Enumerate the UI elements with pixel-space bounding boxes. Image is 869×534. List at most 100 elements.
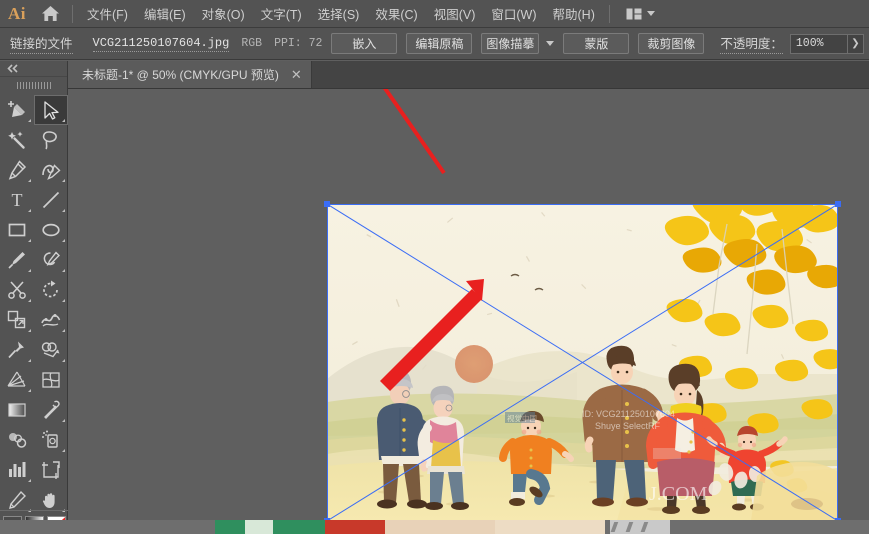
- menu-divider: [72, 4, 73, 23]
- tool-flyout-indicator: [62, 119, 65, 122]
- document-tab-title: 未标题-1* @ 50% (CMYK/GPU 预览): [82, 68, 279, 82]
- menu-file[interactable]: 文件(F): [79, 0, 136, 28]
- placed-image[interactable]: ID: VCG211250107604 Shuye SelectRF J.COM…: [327, 204, 838, 521]
- menu-window[interactable]: 窗口(W): [483, 0, 544, 28]
- image-trace-label: 图像描摹: [486, 37, 535, 51]
- close-icon[interactable]: ✕: [291, 68, 302, 81]
- opacity-label: 不透明度：: [720, 33, 783, 54]
- selection-add-tool[interactable]: [0, 95, 34, 125]
- column-graph-tool[interactable]: [0, 455, 34, 485]
- tool-flyout-indicator: [62, 209, 65, 212]
- tool-flyout-indicator: [28, 239, 31, 242]
- ellipse-tool[interactable]: [34, 215, 68, 245]
- scissors-tool[interactable]: [0, 275, 34, 305]
- crop-image-button[interactable]: 裁剪图像: [638, 33, 705, 54]
- mask-button[interactable]: 蒙版: [563, 33, 630, 54]
- tool-flyout-indicator: [28, 269, 31, 272]
- menu-object[interactable]: 对象(O): [194, 0, 253, 28]
- paintbrush-tool[interactable]: [0, 245, 34, 275]
- document-tab[interactable]: 未标题-1* @ 50% (CMYK/GPU 预览) ✕: [68, 61, 312, 88]
- menu-type[interactable]: 文字(T): [253, 0, 310, 28]
- tool-flyout-indicator: [28, 329, 31, 332]
- illustrator-window: Ai 文件(F) 编辑(E) 对象(O) 文字(T) 选择(S) 效果(C) 视…: [0, 0, 869, 534]
- tool-flyout-indicator: [62, 299, 65, 302]
- tool-flyout-indicator: [62, 179, 65, 182]
- watermark-site: J.COM: [649, 483, 708, 505]
- svg-text:T: T: [12, 190, 23, 210]
- magic-wand-tool[interactable]: [0, 125, 34, 155]
- type-tool[interactable]: T: [0, 185, 34, 215]
- tool-flyout-indicator: [62, 269, 65, 272]
- tool-flyout-indicator: [28, 209, 31, 212]
- collapse-panel-icon: [7, 64, 18, 73]
- menu-view[interactable]: 视图(V): [426, 0, 484, 28]
- ppi-label: PPI: 72: [274, 37, 323, 50]
- watermark-id: ID: VCG211250107604: [582, 409, 675, 419]
- color-mode-label: RGB: [241, 37, 263, 50]
- shaper-tool[interactable]: [34, 245, 68, 275]
- image-trace-button[interactable]: 图像描摹: [481, 33, 540, 54]
- tool-flyout-indicator: [62, 359, 65, 362]
- document-tab-bar: 未标题-1* @ 50% (CMYK/GPU 预览) ✕: [68, 61, 869, 89]
- menu-bar: Ai 文件(F) 编辑(E) 对象(O) 文字(T) 选择(S) 效果(C) 视…: [0, 0, 869, 28]
- tool-flyout-indicator: [28, 389, 31, 392]
- tool-flyout-indicator: [28, 479, 31, 482]
- menu-edit[interactable]: 编辑(E): [136, 0, 194, 28]
- opacity-input[interactable]: 100% ❯: [789, 33, 864, 54]
- symbol-sprayer-tool[interactable]: [34, 425, 68, 455]
- mesh-tool[interactable]: [34, 365, 68, 395]
- pen-tool[interactable]: [0, 155, 34, 185]
- tool-flyout-indicator: [62, 329, 65, 332]
- gradient-tool[interactable]: [0, 395, 34, 425]
- tools-collapse-button[interactable]: [0, 61, 67, 77]
- tool-flyout-indicator: [62, 449, 65, 452]
- arrange-documents-button[interactable]: [620, 0, 661, 28]
- linked-file-label: 链接的文件: [10, 33, 73, 54]
- tools-panel: T: [0, 61, 68, 534]
- menu-items: 文件(F) 编辑(E) 对象(O) 文字(T) 选择(S) 效果(C) 视图(V…: [79, 0, 603, 28]
- direct-selection-tool[interactable]: [34, 95, 68, 125]
- home-icon[interactable]: [34, 0, 66, 28]
- tool-flyout-indicator: [28, 359, 31, 362]
- image-trace-chevron-down-icon[interactable]: [546, 41, 555, 46]
- opacity-chevron-icon[interactable]: ❯: [846, 34, 863, 53]
- edit-original-button[interactable]: 编辑原稿: [406, 33, 473, 54]
- perspective-grid-tool[interactable]: [0, 365, 34, 395]
- blend-tool[interactable]: [0, 425, 34, 455]
- opacity-control: 不透明度： 100% ❯: [720, 33, 864, 54]
- tool-flyout-indicator: [28, 119, 31, 122]
- artboard-tool[interactable]: [34, 455, 68, 485]
- shape-builder-tool[interactable]: [34, 335, 68, 365]
- control-bar: 链接的文件 VCG211250107604.jpg RGB PPI: 72 嵌入…: [0, 28, 869, 60]
- tool-flyout-indicator: [62, 419, 65, 422]
- embed-button[interactable]: 嵌入: [331, 33, 398, 54]
- watermark-brand: Shuye SelectRF: [595, 421, 661, 431]
- rotate-tool[interactable]: [34, 275, 68, 305]
- tool-flyout-indicator: [28, 179, 31, 182]
- control-bar-right: [864, 34, 869, 54]
- tool-flyout-indicator: [28, 299, 31, 302]
- menu-divider-2: [608, 4, 610, 23]
- lasso-tool[interactable]: [34, 125, 68, 155]
- menu-effect[interactable]: 效果(C): [367, 0, 425, 28]
- tool-flyout-indicator: [62, 239, 65, 242]
- menu-select[interactable]: 选择(S): [310, 0, 368, 28]
- arrange-documents-icon: [626, 8, 642, 19]
- free-transform-tool[interactable]: [0, 335, 34, 365]
- linked-filename[interactable]: VCG211250107604.jpg: [92, 36, 230, 52]
- app-logo: Ai: [8, 3, 26, 23]
- svg-text:视觉中国: 视觉中国: [507, 413, 537, 423]
- taskbar-strip: [0, 520, 869, 534]
- scale-tool[interactable]: [0, 305, 34, 335]
- canvas-area[interactable]: ID: VCG211250107604 Shuye SelectRF J.COM…: [68, 89, 869, 534]
- chevron-down-icon: [646, 11, 655, 16]
- rectangle-tool[interactable]: [0, 215, 34, 245]
- width-warp-tool[interactable]: [34, 305, 68, 335]
- menu-help[interactable]: 帮助(H): [545, 0, 603, 28]
- eyedropper-tool[interactable]: [34, 395, 68, 425]
- tool-grid: T: [0, 93, 68, 534]
- tools-drag-handle[interactable]: [0, 77, 67, 93]
- line-segment-tool[interactable]: [34, 185, 68, 215]
- opacity-value: 100%: [795, 37, 824, 50]
- curvature-tool[interactable]: [34, 155, 68, 185]
